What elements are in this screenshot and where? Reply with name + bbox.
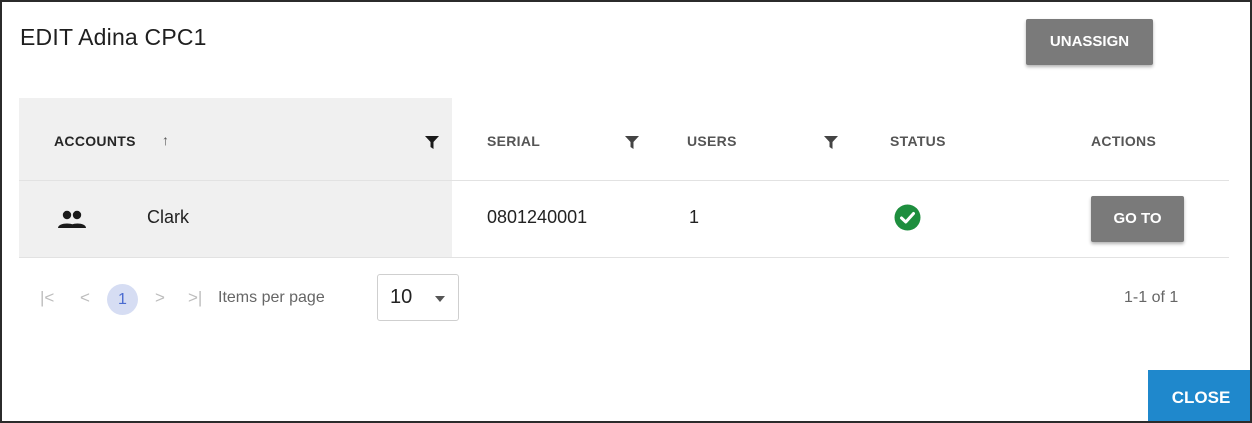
unassign-button[interactable]: UNASSIGN bbox=[1026, 19, 1153, 65]
sort-ascending-icon[interactable]: ↑ bbox=[162, 132, 169, 148]
pagination-range: 1-1 of 1 bbox=[1124, 289, 1179, 306]
serial-filter-icon[interactable] bbox=[624, 134, 640, 150]
users-filter-icon[interactable] bbox=[823, 134, 839, 150]
accounts-filter-icon[interactable] bbox=[424, 134, 440, 150]
row-account-name: Clark bbox=[147, 207, 190, 227]
column-header-accounts[interactable]: ACCOUNTS bbox=[54, 133, 136, 149]
row-users: 1 bbox=[689, 207, 700, 227]
row-divider bbox=[19, 257, 1229, 258]
next-page-icon[interactable]: > bbox=[155, 288, 165, 308]
header-divider bbox=[19, 180, 1229, 181]
accounts-column-background bbox=[19, 98, 452, 257]
last-page-icon[interactable]: >| bbox=[188, 288, 202, 308]
column-header-actions: ACTIONS bbox=[1091, 133, 1157, 149]
items-per-page-value: 10 bbox=[390, 286, 413, 308]
close-button[interactable]: CLOSE bbox=[1148, 370, 1250, 421]
group-icon bbox=[58, 210, 86, 228]
go-to-button[interactable]: GO TO bbox=[1091, 196, 1184, 242]
column-header-users[interactable]: USERS bbox=[687, 133, 737, 149]
dropdown-caret-icon bbox=[435, 296, 445, 302]
items-per-page-select[interactable]: 10 bbox=[377, 274, 459, 321]
column-header-serial[interactable]: SERIAL bbox=[487, 133, 540, 149]
column-header-status: STATUS bbox=[890, 133, 946, 149]
previous-page-icon[interactable]: < bbox=[80, 288, 90, 308]
first-page-icon[interactable]: |< bbox=[40, 288, 54, 308]
check-circle-icon bbox=[894, 204, 921, 231]
edit-dialog: EDIT Adina CPC1 UNASSIGN ACCOUNTS ↑ SERI… bbox=[0, 0, 1252, 423]
page-button-current[interactable]: 1 bbox=[107, 284, 138, 315]
items-per-page-label: Items per page bbox=[218, 289, 325, 306]
dialog-title: EDIT Adina CPC1 bbox=[20, 24, 207, 50]
row-serial: 0801240001 bbox=[487, 207, 588, 227]
